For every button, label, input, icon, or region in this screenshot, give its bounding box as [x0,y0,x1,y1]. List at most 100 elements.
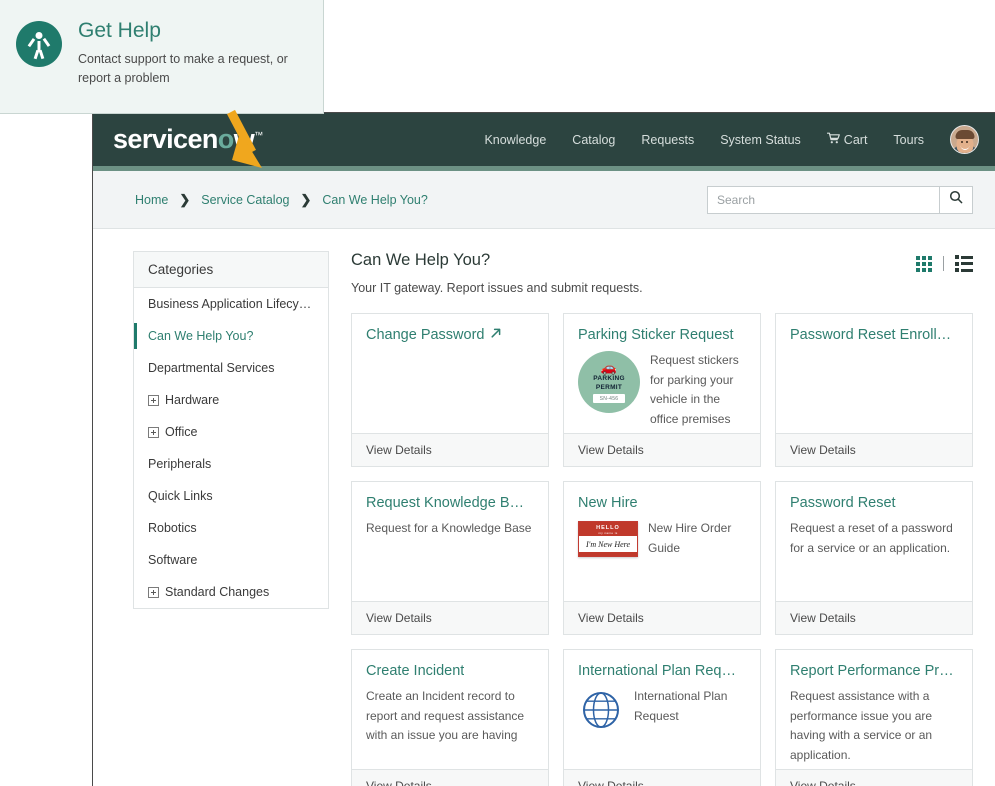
sidebar-item-standard-changes[interactable]: Standard Changes [134,576,328,608]
expand-plus-icon[interactable] [148,427,159,438]
sidebar-item-label: Software [148,553,197,567]
card-description: Request assistance with a performance is… [790,687,958,765]
catalog-main: Can We Help You? Your IT gateway. Report… [351,251,973,786]
chevron-right-icon: ❯ [179,192,190,208]
sidebar-item-quick-links[interactable]: Quick Links [134,480,328,512]
card-description: Request stickers for parking your vehicl… [650,351,746,429]
card-title[interactable]: International Plan Req… [578,663,746,680]
get-help-description: Contact support to make a request, or re… [78,50,307,88]
search-button[interactable] [939,186,973,214]
view-details-link[interactable]: View Details [564,601,760,634]
sidebar-item-can-we-help-you[interactable]: Can We Help You? [134,320,328,352]
catalog-heading-group: Can We Help You? Your IT gateway. Report… [351,251,643,295]
expand-plus-icon[interactable] [148,395,159,406]
parking-permit-badge-icon: 🚗 PARKING PERMIT SN-456 [578,351,640,429]
sidebar-item-label: Hardware [165,393,219,407]
view-details-link[interactable]: View Details [776,601,972,634]
hello-badge-sub: my name is [579,531,637,535]
breadcrumb-bar: Home ❯ Service Catalog ❯ Can We Help You… [93,171,995,229]
card-title[interactable]: Parking Sticker Request [578,327,746,344]
card-title[interactable]: Change Password [366,327,534,344]
nav-item-system-status[interactable]: System Status [720,133,801,147]
card-title[interactable]: New Hire [578,495,746,512]
view-details-link[interactable]: View Details [564,433,760,466]
card-title-text: Change Password [366,327,485,344]
card-title[interactable]: Password Reset Enroll… [790,327,958,344]
nav-item-cart[interactable]: Cart [827,132,868,147]
site-header: servicenow™ Knowledge Catalog Requests S… [93,113,995,166]
person-raised-arms-icon [16,21,62,67]
page-subtitle: Your IT gateway. Report issues and submi… [351,281,643,295]
permit-line-2: PERMIT [596,384,622,391]
card-body: Create Incident Create an Incident recor… [352,650,548,769]
nav-item-tours[interactable]: Tours [893,133,924,147]
card-title-text: International Plan Req… [578,663,736,680]
view-details-link[interactable]: View Details [352,433,548,466]
grid-view-icon[interactable] [916,256,932,272]
card-description: Request a reset of a password for a serv… [790,519,958,558]
expand-plus-icon[interactable] [148,587,159,598]
catalog-card-parking-sticker-request[interactable]: Parking Sticker Request 🚗 PARKING PERMIT… [563,313,761,467]
chevron-right-icon: ❯ [301,192,312,208]
sidebar-item-office[interactable]: Office [134,416,328,448]
catalog-card-password-reset-enrollment[interactable]: Password Reset Enroll… View Details [775,313,973,467]
logo-text-before: servicen [113,124,218,154]
catalog-card-new-hire[interactable]: New Hire HELLO my name is I' [563,481,761,635]
toggle-divider [943,256,944,271]
card-title-text: Password Reset [790,495,896,512]
catalog-card-change-password[interactable]: Change Password View Details [351,313,549,467]
card-title[interactable]: Request Knowledge B… [366,495,534,512]
logo-trademark: ™ [254,130,262,140]
catalog-card-report-performance-problem[interactable]: Report Performance Pr… Request assistanc… [775,649,973,786]
get-help-callout[interactable]: Get Help Contact support to make a reque… [0,0,324,114]
categories-sidebar: Categories Business Application Lifecycl… [133,251,329,786]
categories-title: Categories [134,252,328,288]
hello-badge-hello: HELLO [596,525,620,531]
sidebar-item-label: Business Application Lifecycle… [148,297,316,311]
view-details-link[interactable]: View Details [776,433,972,466]
catalog-card-request-knowledge-base[interactable]: Request Knowledge B… Request for a Knowl… [351,481,549,635]
view-details-link[interactable]: View Details [352,769,548,786]
catalog-card-create-incident[interactable]: Create Incident Create an Incident recor… [351,649,549,786]
card-title-text: Create Incident [366,663,464,680]
card-body: International Plan Req… [564,650,760,769]
sidebar-item-hardware[interactable]: Hardware [134,384,328,416]
card-title[interactable]: Create Incident [366,663,534,680]
catalog-card-international-plan-request[interactable]: International Plan Req… [563,649,761,786]
external-link-icon [490,327,502,344]
breadcrumb-item-home[interactable]: Home [135,193,168,207]
card-title[interactable]: Password Reset [790,495,958,512]
catalog-card-grid: Change Password View Details [351,313,973,786]
logo-text-after: w [234,124,254,154]
sidebar-item-label: Office [165,425,197,439]
sidebar-item-label: Robotics [148,521,197,535]
nav-item-knowledge[interactable]: Knowledge [484,133,546,147]
card-body: Password Reset Enroll… [776,314,972,433]
avatar[interactable] [950,125,979,154]
sidebar-item-business-application-lifecycle[interactable]: Business Application Lifecycle… [134,288,328,320]
view-details-link[interactable]: View Details [564,769,760,786]
sidebar-item-label: Peripherals [148,457,211,471]
breadcrumb-item-service-catalog[interactable]: Service Catalog [201,193,289,207]
nav-item-requests[interactable]: Requests [641,133,694,147]
get-help-title: Get Help [78,18,307,43]
view-details-link[interactable]: View Details [352,601,548,634]
view-details-link[interactable]: View Details [776,769,972,786]
card-title[interactable]: Report Performance Pr… [790,663,958,680]
servicenow-logo[interactable]: servicenow™ [113,124,263,155]
sidebar-item-peripherals[interactable]: Peripherals [134,448,328,480]
globe-icon [578,687,624,738]
nav-item-catalog[interactable]: Catalog [572,133,615,147]
sidebar-item-software[interactable]: Software [134,544,328,576]
list-view-icon[interactable] [955,255,974,272]
sidebar-item-robotics[interactable]: Robotics [134,512,328,544]
card-body: Password Reset Request a reset of a pass… [776,482,972,601]
search-input[interactable] [707,186,939,214]
sidebar-item-departmental-services[interactable]: Departmental Services [134,352,328,384]
card-body: New Hire HELLO my name is I' [564,482,760,601]
catalog-card-password-reset[interactable]: Password Reset Request a reset of a pass… [775,481,973,635]
page-content: Categories Business Application Lifecycl… [93,229,995,786]
search-area [707,186,973,214]
card-description: Create an Incident record to report and … [366,687,534,745]
hello-name-badge-icon: HELLO my name is I'm New Here [578,519,638,558]
